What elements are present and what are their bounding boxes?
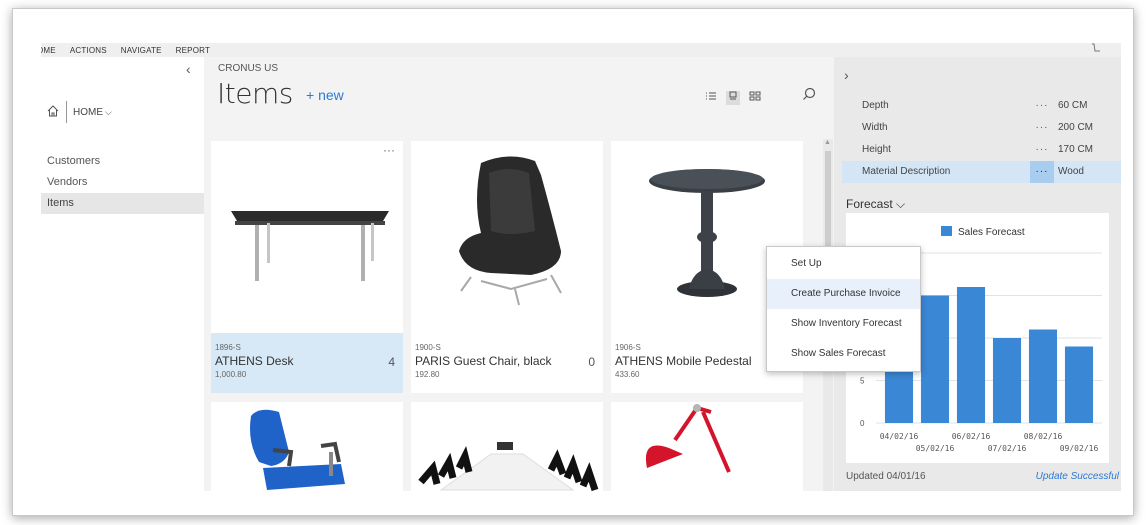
- lounge-chair-image: [411, 141, 603, 331]
- menu-item-set-up[interactable]: Set Up: [767, 249, 920, 279]
- context-menu: Set Up Create Purchase Invoice Show Inve…: [766, 246, 921, 372]
- nav-list: Customers Vendors Items: [41, 151, 204, 214]
- chart-bar[interactable]: [1028, 329, 1058, 424]
- property-row: Depth ··· 60 CM: [842, 95, 1121, 117]
- property-label: Width: [862, 122, 888, 133]
- scroll-up-icon[interactable]: ▲: [824, 139, 831, 146]
- x-tick-label: 09/02/16: [1060, 444, 1099, 453]
- item-tile-paris-guest-chair[interactable]: 1900-S PARIS Guest Chair, black 0 192.80: [411, 141, 603, 393]
- home-label: HOME: [73, 106, 103, 118]
- search-icon[interactable]: [802, 87, 816, 105]
- menu-item-show-sales-forecast[interactable]: Show Sales Forecast: [767, 339, 920, 369]
- y-tick-label: 5: [860, 377, 865, 386]
- property-value: 60 CM: [1058, 100, 1088, 111]
- item-info: 1896-S ATHENS Desk 4 1,000.80: [211, 333, 403, 393]
- property-value: 200 CM: [1058, 122, 1094, 133]
- main-content: CRONUS US Items + new ··· 1896-S ATHENS …: [204, 57, 834, 491]
- item-properties: Depth ··· 60 CM Width ··· 200 CM Height …: [842, 95, 1121, 183]
- legend-label: Sales Forecast: [958, 227, 1025, 238]
- x-tick-label: 06/02/16: [952, 432, 991, 441]
- cart-icon[interactable]: [1091, 43, 1101, 58]
- update-status: Updated 04/01/16: [846, 471, 926, 482]
- property-row: Height ··· 170 CM: [842, 139, 1121, 161]
- legend-swatch: [941, 226, 952, 236]
- x-tick-label: 07/02/16: [988, 444, 1027, 453]
- page-title: Items: [217, 77, 293, 110]
- list-view-icon[interactable]: [704, 91, 718, 105]
- item-tile-office-chair[interactable]: [211, 402, 403, 491]
- item-tile-desk-lamp[interactable]: [611, 402, 803, 491]
- menu-item-create-purchase-invoice[interactable]: Create Purchase Invoice: [767, 279, 920, 309]
- nav-item-items[interactable]: Items: [41, 193, 204, 214]
- scrollbar-thumb[interactable]: [825, 151, 831, 261]
- nav-item-vendors[interactable]: Vendors: [41, 172, 204, 193]
- office-chair-image: [211, 402, 403, 491]
- x-tick-label: 08/02/16: [1024, 432, 1063, 441]
- top-nav-home[interactable]: OME: [41, 46, 56, 55]
- chevron-down-icon: ⌵: [105, 106, 112, 117]
- more-options-button[interactable]: ···: [383, 143, 395, 157]
- home-icon: [46, 104, 60, 121]
- collapse-nav-button[interactable]: ‹: [186, 61, 191, 77]
- chart-bar[interactable]: [956, 287, 986, 423]
- app-window: OME ACTIONS NAVIGATE REPORT ‹ HOME ⌵ Cus…: [41, 43, 1121, 491]
- item-price: 192.80: [415, 370, 440, 379]
- expand-pane-button[interactable]: ›: [844, 67, 849, 83]
- property-label: Height: [862, 144, 891, 155]
- nav-item-customers[interactable]: Customers: [41, 151, 204, 172]
- divider: [66, 101, 67, 123]
- item-tile-athens-desk[interactable]: ··· 1896-S ATHENS Desk 4 1,000.80: [211, 141, 403, 393]
- item-quantity: 0: [588, 355, 595, 369]
- property-options-button[interactable]: ···: [1030, 117, 1054, 139]
- x-tick-label: 04/02/16: [880, 432, 919, 441]
- chart-bar[interactable]: [1064, 346, 1094, 424]
- property-options-button[interactable]: ···: [1030, 161, 1054, 183]
- property-options-button[interactable]: ···: [1030, 139, 1054, 161]
- property-value: Wood: [1058, 166, 1084, 177]
- top-nav-actions[interactable]: ACTIONS: [70, 46, 107, 55]
- chart-bar[interactable]: [992, 338, 1022, 423]
- x-tick-label: 05/02/16: [916, 444, 955, 453]
- tile-view-icon[interactable]: [726, 91, 740, 105]
- property-value: 170 CM: [1058, 144, 1094, 155]
- menu-item-show-inventory-forecast[interactable]: Show Inventory Forecast: [767, 309, 920, 339]
- item-tile-conference-table[interactable]: [411, 402, 603, 491]
- grid-view-icon[interactable]: [748, 91, 762, 105]
- item-quantity: 4: [388, 355, 395, 369]
- property-row: Width ··· 200 CM: [842, 117, 1121, 139]
- property-row[interactable]: Material Description ··· Wood: [842, 161, 1121, 183]
- property-label: Depth: [862, 100, 889, 111]
- y-tick-label: 0: [860, 419, 865, 428]
- item-price: 1,000.80: [215, 370, 247, 379]
- update-result: Update Successful: [1035, 471, 1119, 482]
- conference-table-image: [411, 402, 603, 491]
- forecast-dropdown[interactable]: Forecast ⌵: [846, 197, 905, 212]
- new-button[interactable]: + new: [306, 87, 344, 103]
- company-name: CRONUS US: [218, 63, 279, 74]
- desk-image: [211, 141, 403, 331]
- top-nav-navigate[interactable]: NAVIGATE: [121, 46, 162, 55]
- chart-bar[interactable]: [920, 295, 950, 424]
- item-name: ATHENS Desk: [215, 354, 294, 368]
- item-info: 1900-S PARIS Guest Chair, black 0 192.80: [411, 333, 603, 393]
- top-nav: OME ACTIONS NAVIGATE REPORT: [41, 43, 1121, 57]
- left-nav: ‹ HOME ⌵ Customers Vendors Items: [41, 57, 204, 491]
- home-menu[interactable]: HOME ⌵: [46, 101, 112, 123]
- property-options-button[interactable]: ···: [1030, 95, 1054, 117]
- property-label: Material Description: [862, 166, 951, 177]
- item-code: 1896-S: [215, 343, 241, 352]
- view-switcher: [704, 91, 762, 105]
- item-name: PARIS Guest Chair, black: [415, 354, 552, 368]
- item-code: 1900-S: [415, 343, 441, 352]
- desk-lamp-image: [611, 402, 803, 491]
- screenshot-frame: OME ACTIONS NAVIGATE REPORT ‹ HOME ⌵ Cus…: [12, 8, 1134, 516]
- top-nav-report[interactable]: REPORT: [176, 46, 210, 55]
